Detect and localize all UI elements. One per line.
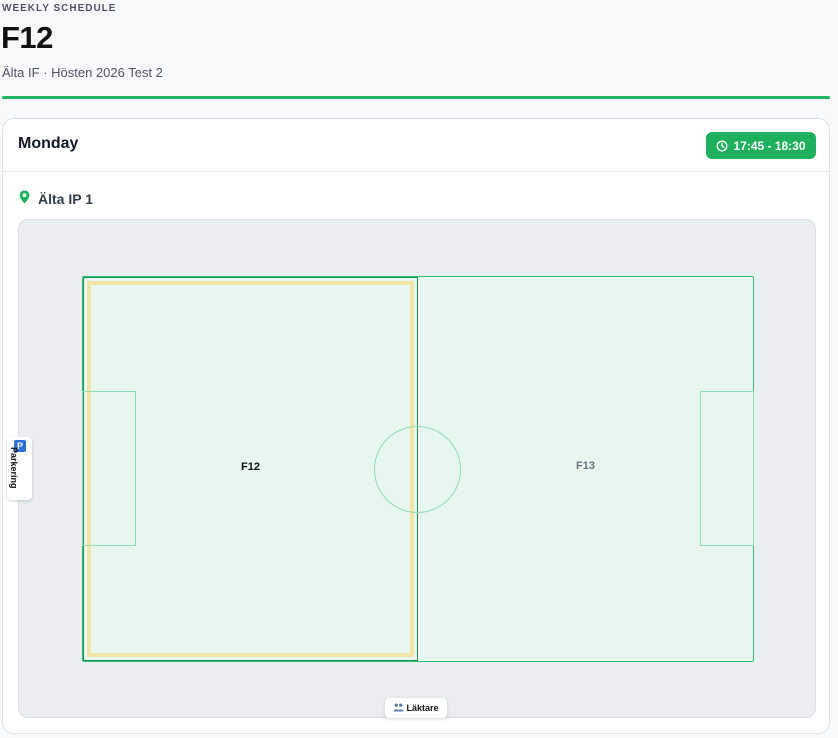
- clock-icon: [716, 140, 728, 152]
- time-range: 17:45 - 18:30: [733, 138, 806, 153]
- penalty-area-right: [700, 391, 754, 546]
- parking-label: Parkering: [9, 447, 19, 489]
- football-field: F12 F13: [82, 276, 754, 662]
- day-card: Monday 17:45 - 18:30 Älta IP 1 F12 F13: [2, 118, 830, 734]
- page-header: WEEKLY SCHEDULE F12 Älta IF · Hösten 202…: [0, 0, 838, 100]
- stand-marker: Läktare: [385, 698, 447, 718]
- center-circle: [374, 426, 461, 513]
- people-icon: [393, 703, 404, 714]
- day-card-header: Monday 17:45 - 18:30: [3, 119, 829, 172]
- day-name: Monday: [18, 135, 79, 152]
- page-subtitle: Älta IF · Hösten 2026 Test 2: [2, 65, 163, 80]
- header-divider: [2, 96, 830, 99]
- parking-marker: P Parkering: [7, 437, 32, 500]
- page-eyebrow: WEEKLY SCHEDULE: [2, 3, 117, 14]
- venue: Älta IP 1: [19, 189, 93, 209]
- stand-label: Läktare: [406, 703, 439, 713]
- venue-name: Älta IP 1: [38, 191, 93, 207]
- map-pin-icon: [19, 190, 30, 209]
- pitch-map: F12 F13: [18, 219, 816, 718]
- page-title: F12: [1, 20, 53, 55]
- penalty-area-left: [82, 391, 136, 546]
- time-badge: 17:45 - 18:30: [706, 132, 816, 159]
